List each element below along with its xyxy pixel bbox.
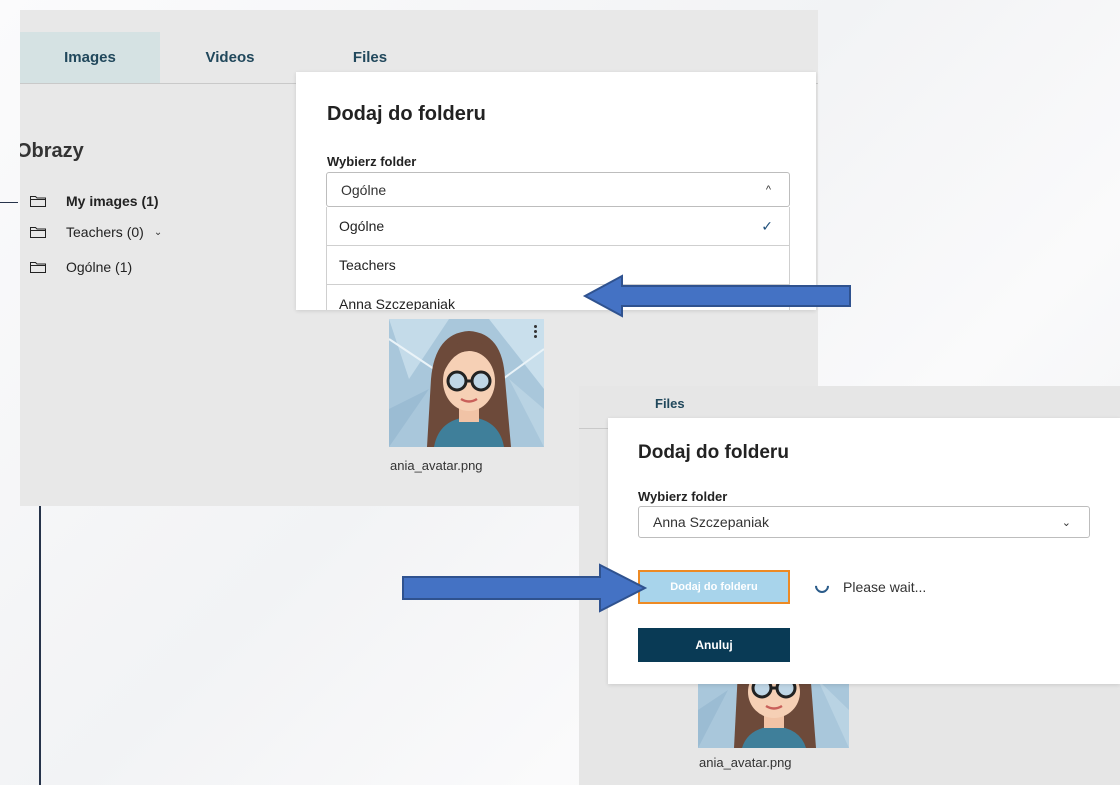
tab-videos[interactable]: Videos [160,32,300,83]
chevron-down-icon: ⌄ [1061,516,1071,529]
kebab-menu-icon[interactable] [534,325,538,340]
folder-icon [30,227,46,238]
section-title: Obrazy [20,140,84,162]
arrow-left-annotation [582,274,851,318]
spinner-icon [812,576,832,596]
folder-select-value: Ogólne [341,181,387,198]
arrow-right-annotation [402,563,648,613]
folder-select-label: Wybierz folder [638,489,728,504]
dialog-title: Dodaj do folderu [638,442,789,463]
image-thumbnail[interactable] [389,319,544,447]
cancel-button[interactable]: Anuluj [638,628,790,662]
dialog-title: Dodaj do folderu [327,103,486,125]
folder-label: My images (1) [66,193,159,209]
add-to-folder-dialog-2: Dodaj do folderu Wybierz folder Anna Szc… [608,418,1120,684]
thumbnail-filename: ania_avatar.png [390,458,483,473]
option-label: Teachers [339,257,396,273]
folder-select[interactable]: Anna Szczepaniak ⌄ [638,506,1090,538]
avatar-image [389,319,544,447]
folder-select[interactable]: Ogólne ^ [326,172,790,207]
folder-label: Teachers (0) [66,224,144,240]
check-icon: ✓ [761,217,773,234]
folder-ogolne[interactable]: Ogólne (1) [30,259,132,275]
tab-images[interactable]: Images [20,32,160,83]
thumbnail-filename: ania_avatar.png [699,755,792,770]
option-label: Ogólne [339,218,385,234]
option-label: Anna Szczepaniak [339,296,455,310]
connector-line-vertical [39,505,41,785]
add-to-folder-button[interactable]: Dodaj do folderu [638,570,790,604]
tab-files[interactable]: Files [655,396,685,411]
folder-select-label: Wybierz folder [327,154,417,169]
folder-label: Ogólne (1) [66,259,133,275]
folder-icon [30,262,46,273]
dropdown-option-ogolne[interactable]: Ogólne ✓ [326,207,790,246]
folder-icon [30,196,46,207]
folder-teachers[interactable]: Teachers (0) ⌄ [30,224,162,240]
caret-up-icon: ^ [765,183,771,196]
folder-select-value: Anna Szczepaniak [653,514,769,530]
folder-my-images[interactable]: My images (1) [30,193,159,209]
loading-text: Please wait... [843,579,927,595]
chevron-down-icon[interactable]: ⌄ [154,227,162,238]
connector-line-horizontal [0,202,18,203]
